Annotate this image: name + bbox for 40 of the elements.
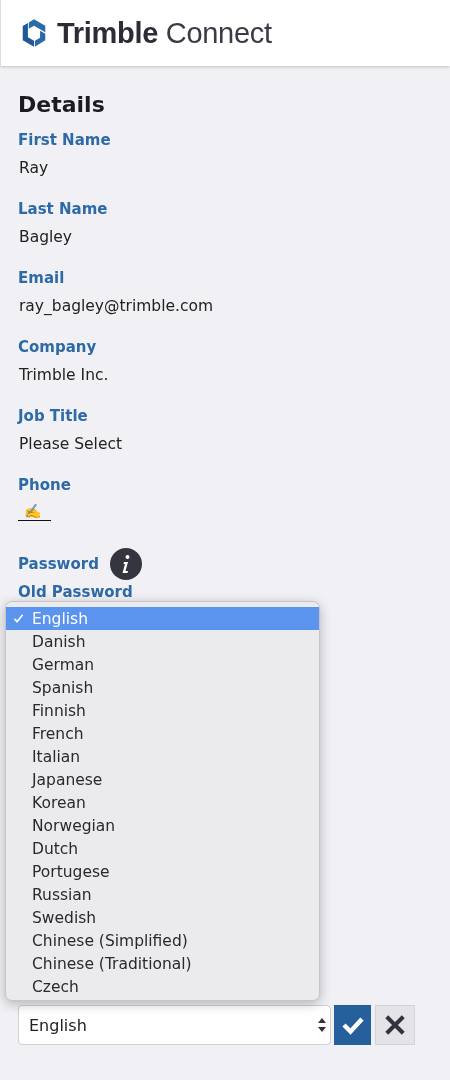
field-value: Bagley [18, 227, 72, 248]
field-label: Password [18, 554, 99, 575]
field-label: Email [18, 268, 65, 289]
menu-option[interactable]: Spanish [6, 676, 319, 699]
field-label: First Name [18, 130, 111, 151]
field-value: ray_bagley@trimble.com [18, 296, 214, 317]
field-value: Please Select [18, 434, 123, 455]
updown-icon [318, 1018, 326, 1032]
menu-option[interactable]: Norwegian [6, 814, 319, 837]
field-label: Last Name [18, 199, 108, 220]
field-value: ✍ [18, 502, 51, 521]
menu-option[interactable]: Dutch [6, 837, 319, 860]
menu-option[interactable]: Danish [6, 630, 319, 653]
menu-option[interactable]: Czech [6, 975, 319, 998]
close-icon [384, 1014, 406, 1036]
field-label: Old Password [18, 582, 134, 603]
brand-name: Trimble Connect [57, 16, 272, 50]
field-label: Company [18, 337, 97, 358]
language-select[interactable]: English [18, 1005, 331, 1045]
check-icon [13, 613, 24, 624]
menu-option[interactable]: Finnish [6, 699, 319, 722]
logo-icon [21, 18, 47, 48]
field-value: Ray [18, 158, 49, 179]
menu-option[interactable]: French [6, 722, 319, 745]
confirm-button[interactable] [334, 1005, 371, 1045]
section-title: Details [18, 91, 106, 119]
cancel-button[interactable] [375, 1005, 415, 1045]
field-label: Job Title [18, 406, 88, 427]
field-value: Trimble Inc. [18, 365, 109, 386]
menu-option[interactable]: Korean [6, 791, 319, 814]
menu-option[interactable]: Swedish [6, 906, 319, 929]
info-icon[interactable] [109, 548, 142, 580]
menu-option[interactable]: Japanese [6, 768, 319, 791]
menu-option[interactable]: Chinese (Traditional) [6, 952, 319, 975]
menu-option[interactable]: Russian [6, 883, 319, 906]
menu-option[interactable]: Italian [6, 745, 319, 768]
menu-option[interactable]: Chinese (Simplified) [6, 929, 319, 952]
menu-option[interactable]: Portugese [6, 860, 319, 883]
menu-option[interactable]: German [6, 653, 319, 676]
field-label: Phone [18, 475, 71, 496]
